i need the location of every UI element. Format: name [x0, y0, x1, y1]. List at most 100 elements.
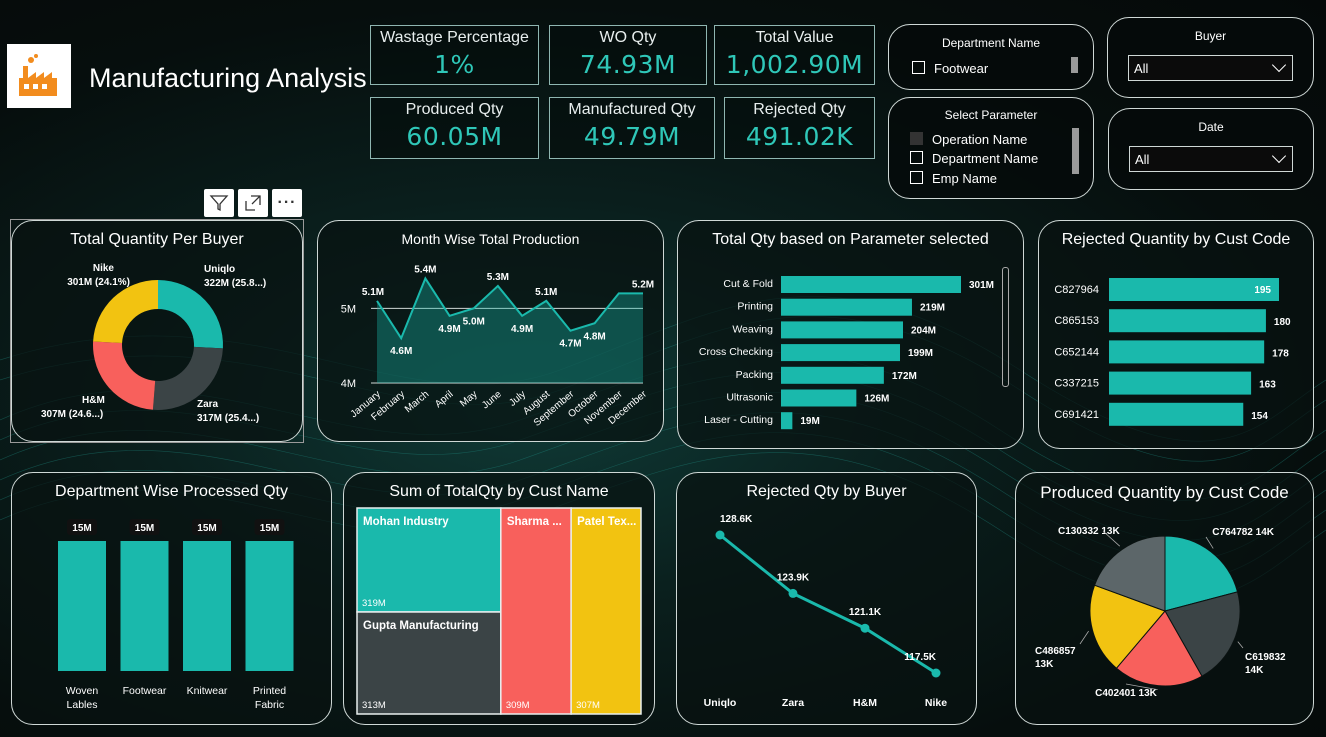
tile-value: 307M	[576, 700, 600, 711]
category-label: Ultrasonic	[726, 392, 773, 404]
data-label: 154	[1251, 411, 1268, 422]
kpi-value: 49.79M	[583, 122, 681, 151]
kpi-value: 1%	[434, 50, 475, 79]
slice-label: 301M (24.1%)	[67, 277, 130, 288]
tile-value: 319M	[362, 598, 386, 609]
checkbox[interactable]	[910, 151, 923, 164]
more-options-icon: ···	[277, 194, 297, 211]
kpi-value: 1,002.90M	[725, 50, 864, 79]
y-tick-label: 4M	[341, 378, 356, 390]
produced-by-cust-code-panel[interactable]: Produced Quantity by Cust Code C764782 1…	[1015, 472, 1314, 725]
category-label: Cut & Fold	[723, 278, 773, 290]
treemap-panel[interactable]: Sum of TotalQty by Cust Name Mohan Indus…	[343, 472, 655, 725]
x-tick-label: Woven	[66, 685, 99, 697]
data-point	[860, 623, 870, 633]
data-label: 219M	[920, 303, 945, 314]
buyer-dropdown[interactable]: All	[1128, 55, 1293, 81]
slicer-option-department-name[interactable]: Department Name	[910, 151, 1038, 166]
data-label: 5.3M	[487, 272, 509, 283]
data-label: 163	[1259, 380, 1276, 391]
leader-line	[1205, 536, 1214, 549]
slice-label: C486857	[1035, 646, 1076, 657]
category-label: Cross Checking	[699, 346, 773, 358]
checkbox-checked[interactable]	[910, 132, 923, 145]
x-tick-label: May	[458, 389, 480, 410]
data-label: 178	[1272, 348, 1289, 359]
factory-icon	[19, 54, 57, 96]
slicer-title: Date	[1198, 120, 1224, 134]
data-label: 301M	[969, 280, 994, 291]
donut-chart: Uniqlo 322M (25.8...) Zara 317M (25.4...) H&…	[41, 263, 266, 424]
x-tick-label: Uniqlo	[704, 697, 737, 709]
option-label: Footwear	[934, 61, 989, 76]
data-label: 19M	[800, 416, 819, 427]
slice-label: 14K	[1245, 665, 1264, 676]
data-label: 5.1M	[535, 287, 557, 298]
column-chart: 15M Woven Lables 15M Footwear 15M Knitwear 15M P…	[58, 519, 294, 711]
category-label: C691421	[1054, 409, 1099, 421]
checkbox[interactable]	[912, 61, 925, 74]
parameter-qty-panel[interactable]: Total Qty based on Parameter selected Cu…	[677, 220, 1024, 449]
data-point	[715, 530, 725, 540]
category-label: Printing	[737, 301, 773, 313]
data-label: 15M	[197, 523, 216, 534]
column-bar	[183, 541, 231, 671]
data-label: 199M	[908, 348, 933, 359]
scrollbar[interactable]	[1072, 128, 1079, 174]
logo	[7, 44, 71, 108]
slice-label: C619832	[1245, 652, 1286, 663]
slice-name: Zara	[197, 399, 219, 410]
slicer-option-operation-name[interactable]: Operation Name	[910, 132, 1027, 147]
page-title: Manufacturing Analysis	[89, 63, 367, 93]
department-processed-panel[interactable]: Department Wise Processed Qty 15M Woven La…	[11, 472, 332, 725]
slicer-option-emp-name[interactable]: Emp Name	[910, 171, 997, 186]
tile-name: Patel Tex...	[577, 516, 636, 528]
treemap-tile	[500, 507, 572, 715]
total-qty-per-buyer-panel[interactable]: Total Quantity Per Buyer Uniqlo 322M (25.…	[11, 220, 303, 442]
data-label: 4.9M	[438, 324, 460, 335]
parameter-slicer: Select Parameter Operation Name Departme…	[888, 97, 1094, 199]
x-tick-label: Nike	[925, 697, 947, 709]
treemap-chart: Mohan Industry 319M Gupta Manufacturing 313…	[356, 507, 642, 715]
pie-chart: C764782 14K C619832 14K C402401 13K C486857 1…	[1035, 526, 1286, 699]
rejected-by-cust-code-panel[interactable]: Rejected Quantity by Cust Code C827964 19…	[1038, 220, 1314, 449]
kpi-label: Manufactured Qty	[568, 101, 696, 118]
slice-label: 307M (24.6...)	[41, 409, 103, 420]
bar	[781, 276, 961, 293]
date-dropdown[interactable]: All	[1129, 146, 1293, 172]
checkbox[interactable]	[910, 171, 923, 184]
dropdown-value: All	[1135, 152, 1150, 167]
x-tick-label: April	[433, 389, 455, 410]
data-label: 4.6M	[390, 346, 412, 357]
focus-mode-button[interactable]	[238, 189, 268, 217]
slicer-option-footwear[interactable]: Footwear	[912, 61, 988, 76]
tile-value: 309M	[506, 700, 530, 711]
rejected-by-buyer-panel[interactable]: Rejected Qty by Buyer 128.6K Uniqlo 123.9K…	[676, 472, 977, 725]
slice-name: Uniqlo	[204, 264, 235, 275]
slice-label: 322M (25.8...)	[204, 278, 266, 289]
data-label: 117.5K	[904, 652, 936, 663]
more-options-button[interactable]: ···	[272, 189, 302, 217]
kpi-label: Total Value	[755, 29, 834, 46]
department-slicer: Department Name Footwear	[888, 24, 1094, 90]
buyer-slicer: Buyer All	[1107, 17, 1314, 98]
data-label: 5.2M	[632, 279, 654, 290]
filter-button[interactable]	[204, 189, 234, 217]
data-label: 123.9K	[777, 572, 810, 583]
scrollbar[interactable]	[1002, 267, 1009, 387]
scrollbar[interactable]	[1071, 57, 1078, 73]
data-label: 180	[1274, 317, 1291, 328]
slice-label: C402401 13K	[1095, 688, 1157, 699]
option-label: Operation Name	[932, 132, 1028, 147]
data-label: 5.1M	[362, 287, 384, 298]
kpi-wo-qty: WO Qty 74.93M	[549, 25, 707, 85]
x-tick-label: Lables	[67, 699, 98, 711]
tile-value: 313M	[362, 700, 386, 711]
bar	[1109, 402, 1244, 426]
slice-name: H&M	[82, 395, 105, 406]
y-tick-label: 5M	[341, 303, 356, 315]
column-bar	[245, 541, 294, 671]
x-tick-label: Fabric	[255, 699, 284, 711]
x-tick-label: Printed	[253, 685, 286, 697]
month-wise-production-panel[interactable]: Month Wise Total Production 5M 4M 5.1M Janu…	[317, 220, 664, 442]
